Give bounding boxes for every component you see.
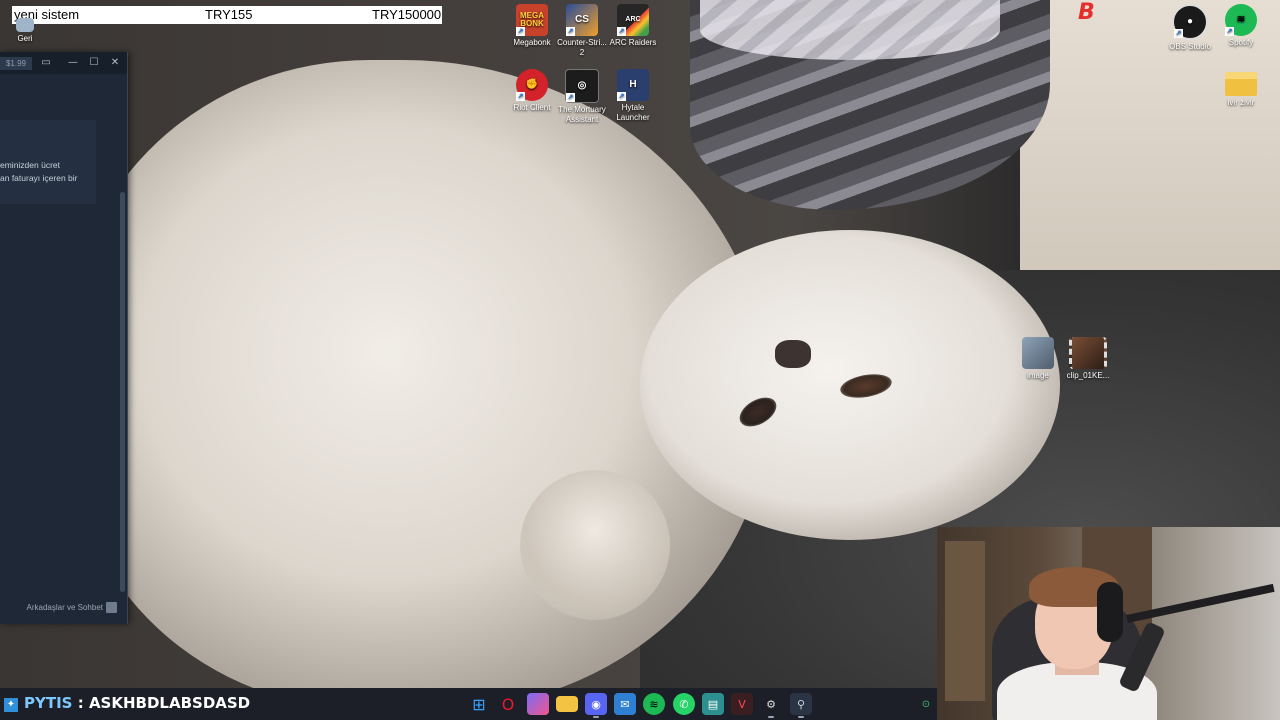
monitor-icon[interactable]: ▭ [38, 55, 54, 71]
desktop-icon-hytale-launcher[interactable]: H ↗ Hytale Launcher [608, 69, 658, 123]
desktop-icon-label: Riot Client [513, 103, 551, 112]
webcam-door [945, 541, 985, 701]
notification-message: eminizden ücret an faturayı içeren bir [0, 120, 96, 204]
desktop-icon-label: clip_01KE... [1066, 371, 1110, 380]
desktop-icon-label: OBS Studio [1169, 42, 1211, 51]
friends-and-chat-label: Arkadaşlar ve Sohbet [26, 603, 104, 612]
megabonk-icon: MEGA BONK ↗ [516, 4, 548, 36]
stream-goal-overlay: yeni sistem TRY155 TRY150000 [12, 6, 442, 24]
arc-raiders-icon: ARC ↗ [617, 4, 649, 36]
close-button[interactable]: ✕ [107, 55, 123, 71]
counter-strike-icon: CS ↗ [566, 4, 598, 36]
hytale-icon: H ↗ [617, 69, 649, 101]
copilot-icon[interactable] [527, 693, 549, 715]
steam-icon[interactable]: ⚲ [790, 693, 812, 718]
image-file-icon [1022, 337, 1054, 369]
spotify-icon: ≋ ↗ [1225, 4, 1257, 36]
desktop-icon-spotify[interactable]: ≋ ↗ Spotify [1216, 4, 1266, 48]
minimize-button[interactable]: — [65, 55, 81, 71]
whatsapp-icon[interactable]: ✆ [673, 693, 695, 715]
desktop-icon-label: The Mortuary Assistant [558, 105, 606, 124]
desktop-icon-label: Spotify [1228, 38, 1254, 47]
spotify-icon[interactable]: ≋ [643, 693, 665, 715]
book-icon[interactable]: ▤ [702, 693, 724, 715]
desktop-icon-label: ARC Raiders [609, 38, 657, 47]
chat-overlay: ✦ PYTIS : ASKHBDLABSDASD [4, 694, 250, 712]
discord-icon[interactable]: ◉ [585, 693, 607, 718]
desktop-icon-label: image [1027, 371, 1049, 380]
message-text: eminizden ücret [0, 160, 61, 170]
desktop-icon-counter-strike-2[interactable]: CS ↗ Counter-Stri... 2 [557, 4, 607, 58]
chat-username: PYTIS [24, 694, 73, 712]
folder-icon[interactable] [556, 696, 578, 712]
maximize-button[interactable]: ☐ [86, 55, 102, 71]
window-titlebar[interactable]: $1.99 ▭ — ☐ ✕ [0, 52, 127, 74]
cat-paw [520, 470, 670, 620]
windows-start-icon[interactable]: ⊞ [468, 693, 490, 715]
desktop-icon-obs-studio[interactable]: ● ↗ OBS Studio [1165, 4, 1215, 52]
desktop-icon-riot-client[interactable]: ✊ ↗ Riot Client [507, 69, 557, 113]
desktop-icon-label: Megabonk [513, 38, 551, 47]
chat-badge-icon: ✦ [4, 698, 18, 712]
mortuary-assistant-icon: ◎ ↗ [565, 69, 599, 103]
desktop-icon-arc-raiders[interactable]: ARC ↗ ARC Raiders [608, 4, 658, 48]
recycle-bin-icon [16, 18, 34, 32]
desktop-icon-ivir-zivir[interactable]: ivir zivir [1216, 72, 1266, 108]
message-text: an faturayı içeren bir [0, 173, 78, 183]
chat-separator: : [72, 694, 89, 712]
desktop-icon-geri[interactable]: Geri [0, 18, 50, 44]
wallet-balance[interactable]: $1.99 [0, 57, 32, 70]
desktop-icon-label: ivir zivir [1227, 98, 1255, 107]
riot-client-icon[interactable]: ⚙ [760, 693, 782, 718]
blanket-fold [700, 0, 1000, 60]
obs-icon: ● ↗ [1172, 4, 1208, 40]
goal-current: TRY155 [205, 7, 253, 22]
scrollbar[interactable] [120, 192, 125, 592]
friends-and-chat-button[interactable]: Arkadaşlar ve Sohbet [0, 598, 127, 620]
desktop-icon-clip[interactable]: clip_01KE... [1063, 337, 1113, 381]
outlook-icon[interactable]: ✉ [614, 693, 636, 715]
tray-status-icon[interactable]: ⊙ [918, 693, 934, 715]
desktop-icon-the-mortuary-assistant[interactable]: ◎ ↗ The Mortuary Assistant [557, 69, 607, 125]
valorant-icon[interactable]: V [731, 693, 753, 715]
riot-client-icon: ✊ ↗ [516, 69, 548, 101]
opera-icon[interactable]: O [497, 693, 519, 715]
chat-message: ASKHBDLABSDASD [88, 694, 251, 712]
desktop-icon-label: Geri [17, 34, 33, 43]
taskbar: ✦ PYTIS : ASKHBDLABSDASD ⊞ O ◉ ✉ ≋ ✆ ▤ V … [0, 688, 937, 720]
webcam-overlay [937, 527, 1280, 720]
steam-window[interactable]: $1.99 ▭ — ☐ ✕ eminizden ücret an faturay… [0, 52, 128, 624]
folder-icon [1225, 72, 1257, 96]
goal-target: TRY150000 [372, 7, 442, 22]
desktop-icon-image[interactable]: image [1013, 337, 1063, 381]
desktop-icon-megabonk[interactable]: MEGA BONK ↗ Megabonk [507, 4, 557, 48]
desktop-icon-label: Counter-Stri... 2 [557, 38, 607, 57]
desktop-icon-label: Hytale Launcher [616, 103, 650, 122]
chat-icon [106, 602, 117, 613]
cat-nose [775, 340, 811, 368]
video-file-icon [1069, 337, 1107, 369]
brand-logo: B [1078, 0, 1095, 25]
headphones [1097, 582, 1123, 642]
